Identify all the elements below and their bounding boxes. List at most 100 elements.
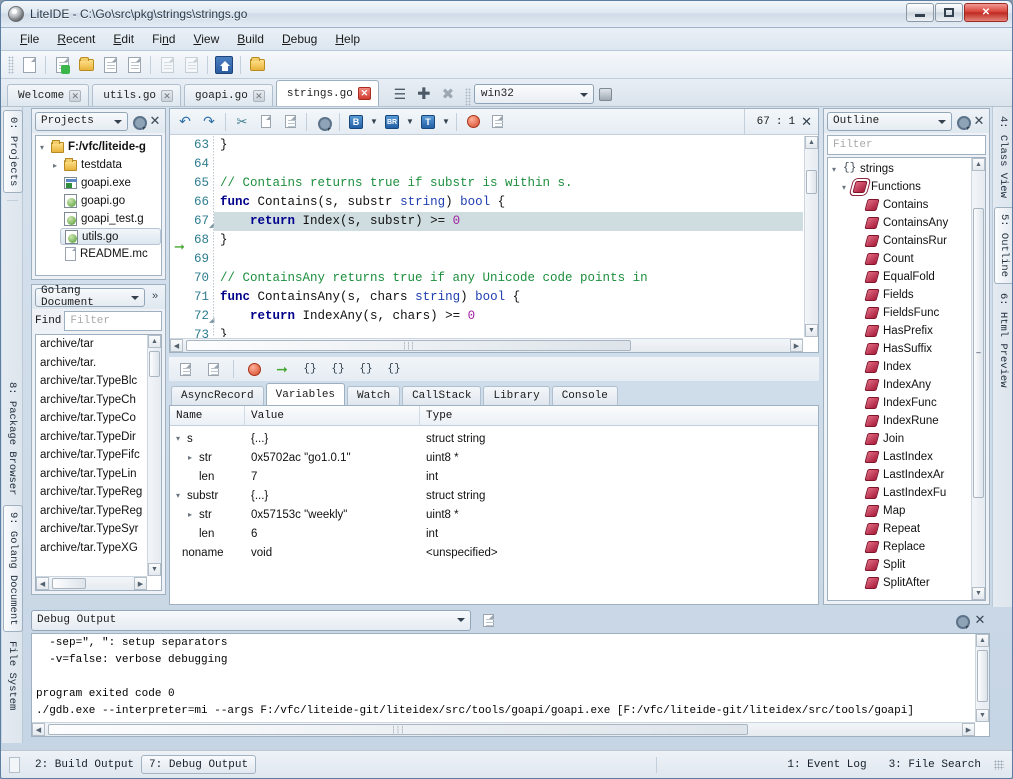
outline-item[interactable]: Index [828,358,971,376]
close-all-tabs-icon[interactable]: ✖ [436,82,460,106]
menu-recent[interactable]: Recent [48,29,104,49]
golang-doc-vscrollbar[interactable]: ▲ ▼ [147,335,161,576]
menu-debug[interactable]: Debug [273,29,326,49]
tab-callstack[interactable]: CallStack [402,386,481,405]
outline-root[interactable]: {} strings [828,160,971,178]
text-dropdown-icon[interactable]: ▼ [441,111,451,133]
project-row-goapi-test-go[interactable]: goapi_test.g [36,210,161,228]
expand-more-icon[interactable]: » [148,290,162,304]
expand-arrow[interactable] [176,491,187,500]
table-row[interactable]: s {...} struct string [170,429,818,448]
continue-icon[interactable]: ➞ [271,358,293,380]
step-over-icon[interactable]: {} [299,358,321,380]
outline-panel-selector[interactable]: Outline [827,112,952,131]
cut-icon[interactable]: ✂ [231,111,253,133]
golang-doc-list[interactable]: archive/tar archive/tar. archive/tar.Typ… [35,334,162,591]
settings-icon[interactable] [312,111,334,133]
tabbar-grip[interactable] [465,88,471,106]
output-text-area[interactable]: -sep=", ": setup separators -v=false: ve… [31,633,990,737]
breakpoint-icon[interactable]: BR [381,111,403,133]
sidebar-item-projects[interactable]: 0: Projects [3,110,23,193]
golang-doc-filter-input[interactable]: Filter [64,311,162,331]
statusbar-grip-icon[interactable] [9,757,20,773]
list-item[interactable]: archive/tar.TypeReg [36,502,147,521]
tab-welcome-close-icon[interactable]: ✕ [69,90,81,102]
save-file-icon[interactable] [99,54,121,76]
table-row[interactable]: noname void <unspecified> [170,543,818,562]
sidebar-item-class-view[interactable]: 4: Class View [994,110,1012,204]
project-row-readme[interactable]: README.mc [36,245,161,263]
status-file-search[interactable]: 3: File Search [882,755,988,774]
outline-item[interactable]: Replace [828,538,971,556]
editor-hscrollbar[interactable]: ◀ ┆┆┆ ▶ [170,338,803,352]
golang-doc-hscrollbar[interactable]: ◀ ▶ [36,576,147,590]
home-icon[interactable] [213,54,235,76]
status-build-output[interactable]: 2: Build Output [28,755,141,774]
outline-tree[interactable]: {} strings Functions Contains ContainsAn… [827,157,986,601]
clear-output-icon[interactable] [477,609,499,631]
scroll-down-button[interactable]: ▼ [976,709,989,722]
expand-arrow[interactable] [842,183,853,192]
table-row[interactable]: str 0x57153c "weekly" uint8 * [170,505,818,524]
outline-item[interactable]: LastIndexFu [828,484,971,502]
outline-group-functions[interactable]: Functions [828,178,971,196]
open-file-icon[interactable] [51,54,73,76]
toolbar-grip[interactable] [8,56,14,74]
scroll-down-button[interactable]: ▼ [972,587,985,600]
new-file-icon[interactable] [18,54,40,76]
expand-arrow[interactable] [832,165,843,174]
outline-item[interactable]: Repeat [828,520,971,538]
bookmark-dropdown-icon[interactable]: ▼ [369,111,379,133]
resize-grip-icon[interactable] [994,760,1004,770]
scroll-down-button[interactable]: ▼ [805,324,818,337]
bookmark-icon[interactable]: B [345,111,367,133]
scroll-left-button[interactable]: ◀ [36,577,49,590]
minimize-button[interactable] [906,3,934,22]
outline-item[interactable]: EqualFold [828,268,971,286]
projects-tree[interactable]: F:/vfc/liteide-g testdata goapi.exe goap… [35,135,162,276]
add-tab-icon[interactable]: ✚ [412,82,436,106]
maximize-button[interactable] [935,3,963,22]
menu-find[interactable]: Find [143,29,184,49]
expand-arrow[interactable] [40,143,51,152]
project-row-testdata[interactable]: testdata [36,156,161,174]
step-out-icon[interactable]: {} [355,358,377,380]
scroll-right-button[interactable]: ▶ [962,723,975,736]
table-row[interactable]: len 6 int [170,524,818,543]
outline-item[interactable]: HasPrefix [828,322,971,340]
scroll-up-button[interactable]: ▲ [148,335,161,348]
stop-icon[interactable] [594,82,618,106]
scroll-thumb[interactable] [977,650,988,702]
close-doc-icon[interactable] [180,54,202,76]
menu-view[interactable]: View [184,29,228,49]
scroll-right-button[interactable]: ▶ [790,339,803,352]
tab-utils-go[interactable]: utils.go ✕ [92,84,181,106]
gear-icon[interactable] [131,114,145,128]
outline-vscrollbar[interactable]: ▲ ━ ▼ [971,158,985,600]
expand-arrow[interactable] [188,453,199,462]
hscroll-thumb[interactable]: ┆┆┆ [48,724,748,735]
project-row-goapi-exe[interactable]: goapi.exe [36,174,161,192]
paste-icon[interactable] [279,111,301,133]
outline-item[interactable]: ContainsAny [828,214,971,232]
new-doc-icon[interactable] [156,54,178,76]
menu-help[interactable]: Help [326,29,369,49]
gear-icon[interactable] [954,613,968,627]
tab-console[interactable]: Console [552,386,618,405]
hscroll-thumb[interactable]: ┆┆┆ [186,340,631,351]
stop-debug-icon[interactable] [202,358,224,380]
scroll-up-button[interactable]: ▲ [805,136,818,149]
close-button[interactable]: ✕ [964,3,1008,22]
list-item[interactable]: archive/tar.TypeLin [36,465,147,484]
tab-welcome[interactable]: Welcome ✕ [7,84,89,106]
project-row-goapi-go[interactable]: goapi.go [36,192,161,210]
record-icon[interactable] [462,111,484,133]
outline-item[interactable]: Contains [828,196,971,214]
tab-asyncrecord[interactable]: AsyncRecord [171,386,264,405]
outline-filter-input[interactable]: Filter [827,135,986,155]
scroll-up-button[interactable]: ▲ [972,158,985,171]
golang-doc-selector[interactable]: Golang Document [35,288,145,307]
scroll-right-button[interactable]: ▶ [134,577,147,590]
menu-edit[interactable]: Edit [104,29,143,49]
scroll-thumb[interactable] [149,351,160,377]
